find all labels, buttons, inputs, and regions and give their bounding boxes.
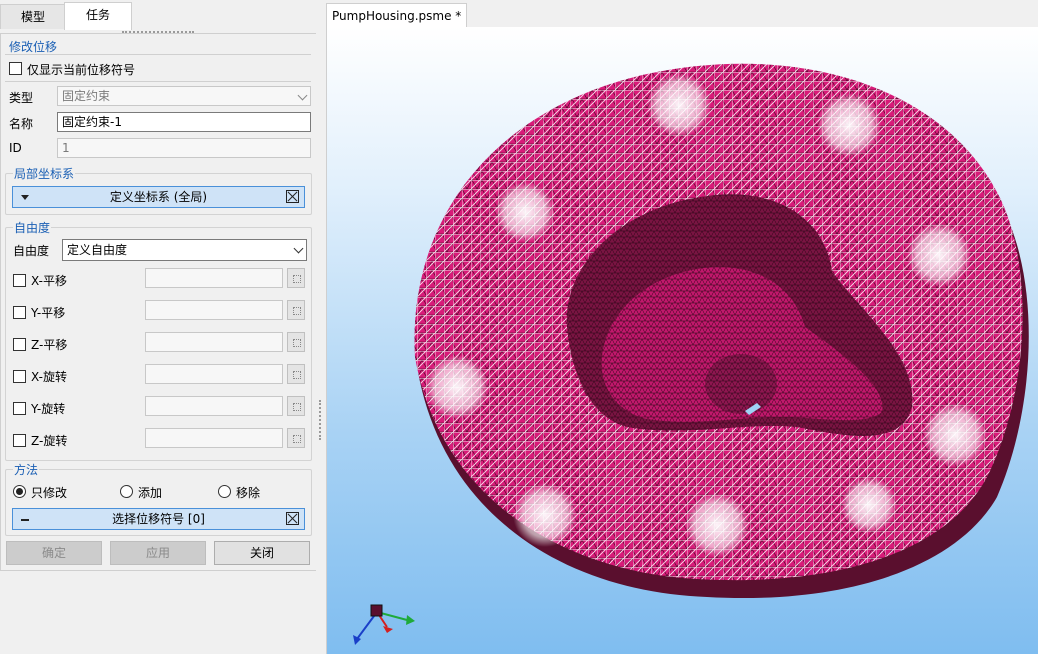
add-radio[interactable] [120,485,133,498]
z-rotation-checkbox[interactable] [13,434,26,447]
type-label: 类型 [9,91,34,105]
pick-icon[interactable] [287,300,305,320]
select-symbols-label: 选择位移符号 [0] [112,512,205,526]
mesh-model [353,63,1029,645]
tab-task[interactable]: 任务 [64,2,132,30]
panel-splitter[interactable] [316,0,326,654]
pick-icon[interactable] [287,396,305,416]
x-rotation-checkbox[interactable] [13,370,26,383]
pick-icon[interactable] [287,428,305,448]
pick-icon[interactable] [287,332,305,352]
axis-triad-icon [353,604,415,645]
type-value: 固定约束 [62,89,111,103]
local-cs-title: 局部坐标系 [13,165,76,182]
x-translation-input[interactable] [145,268,283,288]
y-rotation-input[interactable] [145,396,283,416]
x-rotation-label: X-旋转 [31,370,67,384]
y-translation-checkbox[interactable] [13,306,26,319]
id-label: ID [9,141,22,155]
name-input[interactable]: 固定约束-1 [57,112,311,132]
z-rotation-label: Z-旋转 [31,434,68,448]
apply-button[interactable]: 应用 [110,541,206,565]
show-current-checkbox[interactable] [9,62,22,75]
modify-only-label: 只修改 [31,486,68,500]
remove-radio[interactable] [218,485,231,498]
add-label: 添加 [138,486,163,500]
x-translation-checkbox[interactable] [13,274,26,287]
pick-icon[interactable] [287,268,305,288]
tab-model[interactable]: 模型 [0,4,66,29]
chevron-down-icon [293,243,304,254]
select-symbols-button[interactable]: 选择位移符号 [0] [12,508,305,530]
remove-label: 移除 [236,486,261,500]
show-current-label: 仅显示当前位移符号 [27,63,136,77]
y-rotation-checkbox[interactable] [13,402,26,415]
dof-select[interactable]: 定义自由度 [62,239,307,261]
id-value: 1 [62,141,70,155]
z-translation-input[interactable] [145,332,283,352]
document-tab[interactable]: PumpHousing.psme * [326,3,468,28]
triangle-down-icon [21,195,29,200]
y-translation-label: Y-平移 [31,306,66,320]
define-cs-label: 定义坐标系 (全局) [109,190,208,204]
close-button[interactable]: 关闭 [214,541,310,565]
name-label: 名称 [9,117,34,131]
x-translation-label: X-平移 [31,274,67,288]
x-rotation-input[interactable] [145,364,283,384]
minus-icon [21,519,29,521]
dof-title: 自由度 [13,219,52,236]
name-value: 固定约束-1 [62,115,122,129]
id-field: 1 [57,138,311,158]
ok-button[interactable]: 确定 [6,541,102,565]
chevron-down-icon [297,90,308,101]
define-cs-button[interactable]: 定义坐标系 (全局) [12,186,305,208]
y-rotation-label: Y-旋转 [31,402,66,416]
dof-label: 自由度 [13,244,50,258]
task-panel: 模型 任务 修改位移 仅显示当前位移符号 类型 固定约束 名称 固定约束-1 I… [0,0,317,654]
z-rotation-input[interactable] [145,428,283,448]
3d-viewport[interactable] [326,27,1038,654]
x-box-icon[interactable] [286,512,299,525]
method-title: 方法 [13,461,40,478]
x-box-icon[interactable] [286,190,299,203]
panel-body: 修改位移 仅显示当前位移符号 类型 固定约束 名称 固定约束-1 ID 1 局部… [0,33,317,571]
z-translation-label: Z-平移 [31,338,68,352]
dof-value: 定义自由度 [67,243,128,257]
modify-only-radio[interactable] [13,485,26,498]
modify-section-title: 修改位移 [9,40,58,54]
type-select[interactable]: 固定约束 [57,86,311,106]
splitter-grip[interactable] [319,400,325,440]
z-translation-checkbox[interactable] [13,338,26,351]
y-translation-input[interactable] [145,300,283,320]
pick-icon[interactable] [287,364,305,384]
